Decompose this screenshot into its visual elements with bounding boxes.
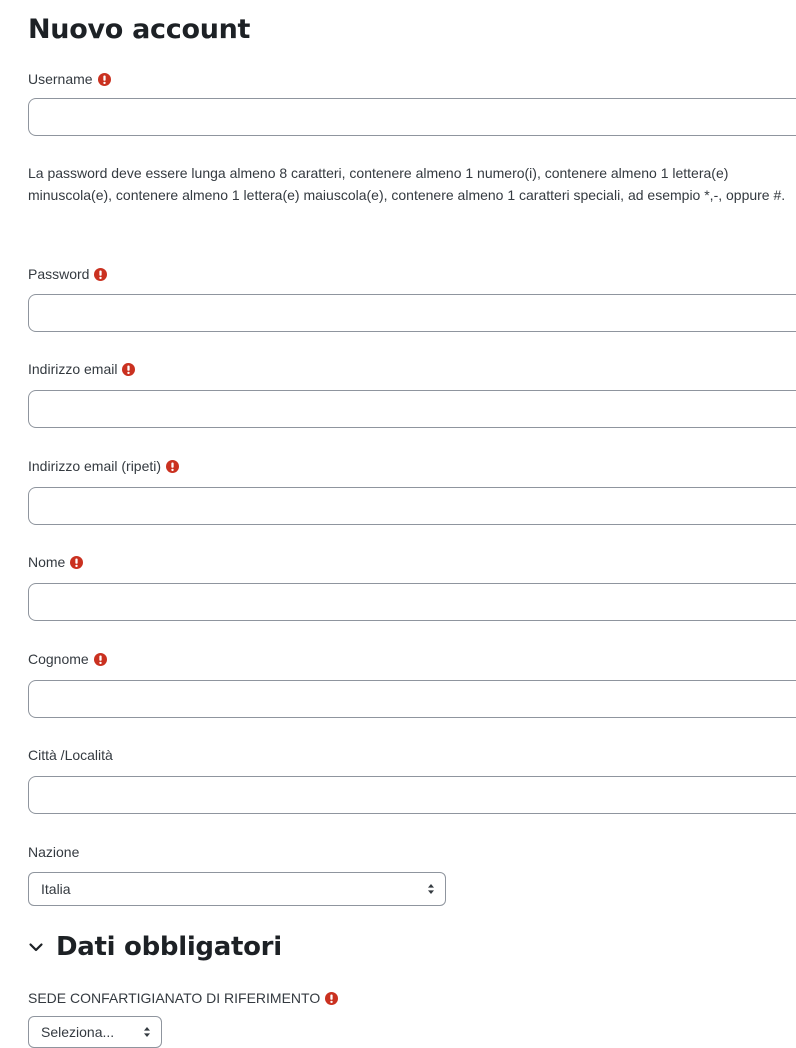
password-label-text: Password xyxy=(28,266,90,282)
country-select-value: Italia xyxy=(41,881,71,897)
firstname-input[interactable] xyxy=(28,583,796,621)
lastname-input[interactable] xyxy=(28,680,796,718)
email-input[interactable] xyxy=(28,390,796,428)
city-label-text: Città /Località xyxy=(28,747,113,763)
username-input[interactable] xyxy=(28,98,796,136)
country-select[interactable]: Italia xyxy=(28,872,446,906)
username-label: Username xyxy=(28,71,111,87)
lastname-label-text: Cognome xyxy=(28,651,89,667)
required-icon xyxy=(94,268,107,281)
firstname-label: Nome xyxy=(28,554,83,570)
required-icon xyxy=(325,992,338,1005)
section-title: Dati obbligatori xyxy=(56,932,282,962)
sede-select[interactable]: Seleziona... xyxy=(28,1016,162,1048)
sort-caret-icon xyxy=(427,883,435,895)
city-input[interactable] xyxy=(28,776,796,814)
email-repeat-label-text: Indirizzo email (ripeti) xyxy=(28,458,162,474)
chevron-down-icon xyxy=(29,943,43,952)
email-label-text: Indirizzo email xyxy=(28,361,118,377)
password-label: Password xyxy=(28,266,107,282)
email-repeat-input[interactable] xyxy=(28,487,796,525)
page-title: Nuovo account xyxy=(28,14,251,45)
sede-label-text: SEDE CONFARTIGIANATO DI RIFERIMENTO xyxy=(28,990,321,1006)
required-icon xyxy=(122,363,135,376)
username-label-text: Username xyxy=(28,71,93,87)
sort-caret-icon xyxy=(143,1026,151,1038)
password-policy-text: La password deve essere lunga almeno 8 c… xyxy=(28,165,786,203)
required-icon xyxy=(166,460,179,473)
city-label: Città /Località xyxy=(28,747,113,763)
email-repeat-label: Indirizzo email (ripeti) xyxy=(28,458,179,474)
section-toggle-dati-obbligatori[interactable]: Dati obbligatori xyxy=(28,932,282,962)
country-label-text: Nazione xyxy=(28,844,80,860)
password-input[interactable] xyxy=(28,294,796,332)
required-icon xyxy=(94,653,107,666)
firstname-label-text: Nome xyxy=(28,554,66,570)
sede-select-value: Seleziona... xyxy=(41,1024,115,1040)
required-icon xyxy=(98,73,111,86)
lastname-label: Cognome xyxy=(28,651,107,667)
email-label: Indirizzo email xyxy=(28,361,135,377)
sede-label: SEDE CONFARTIGIANATO DI RIFERIMENTO xyxy=(28,990,338,1006)
required-icon xyxy=(70,556,83,569)
country-label: Nazione xyxy=(28,844,79,860)
